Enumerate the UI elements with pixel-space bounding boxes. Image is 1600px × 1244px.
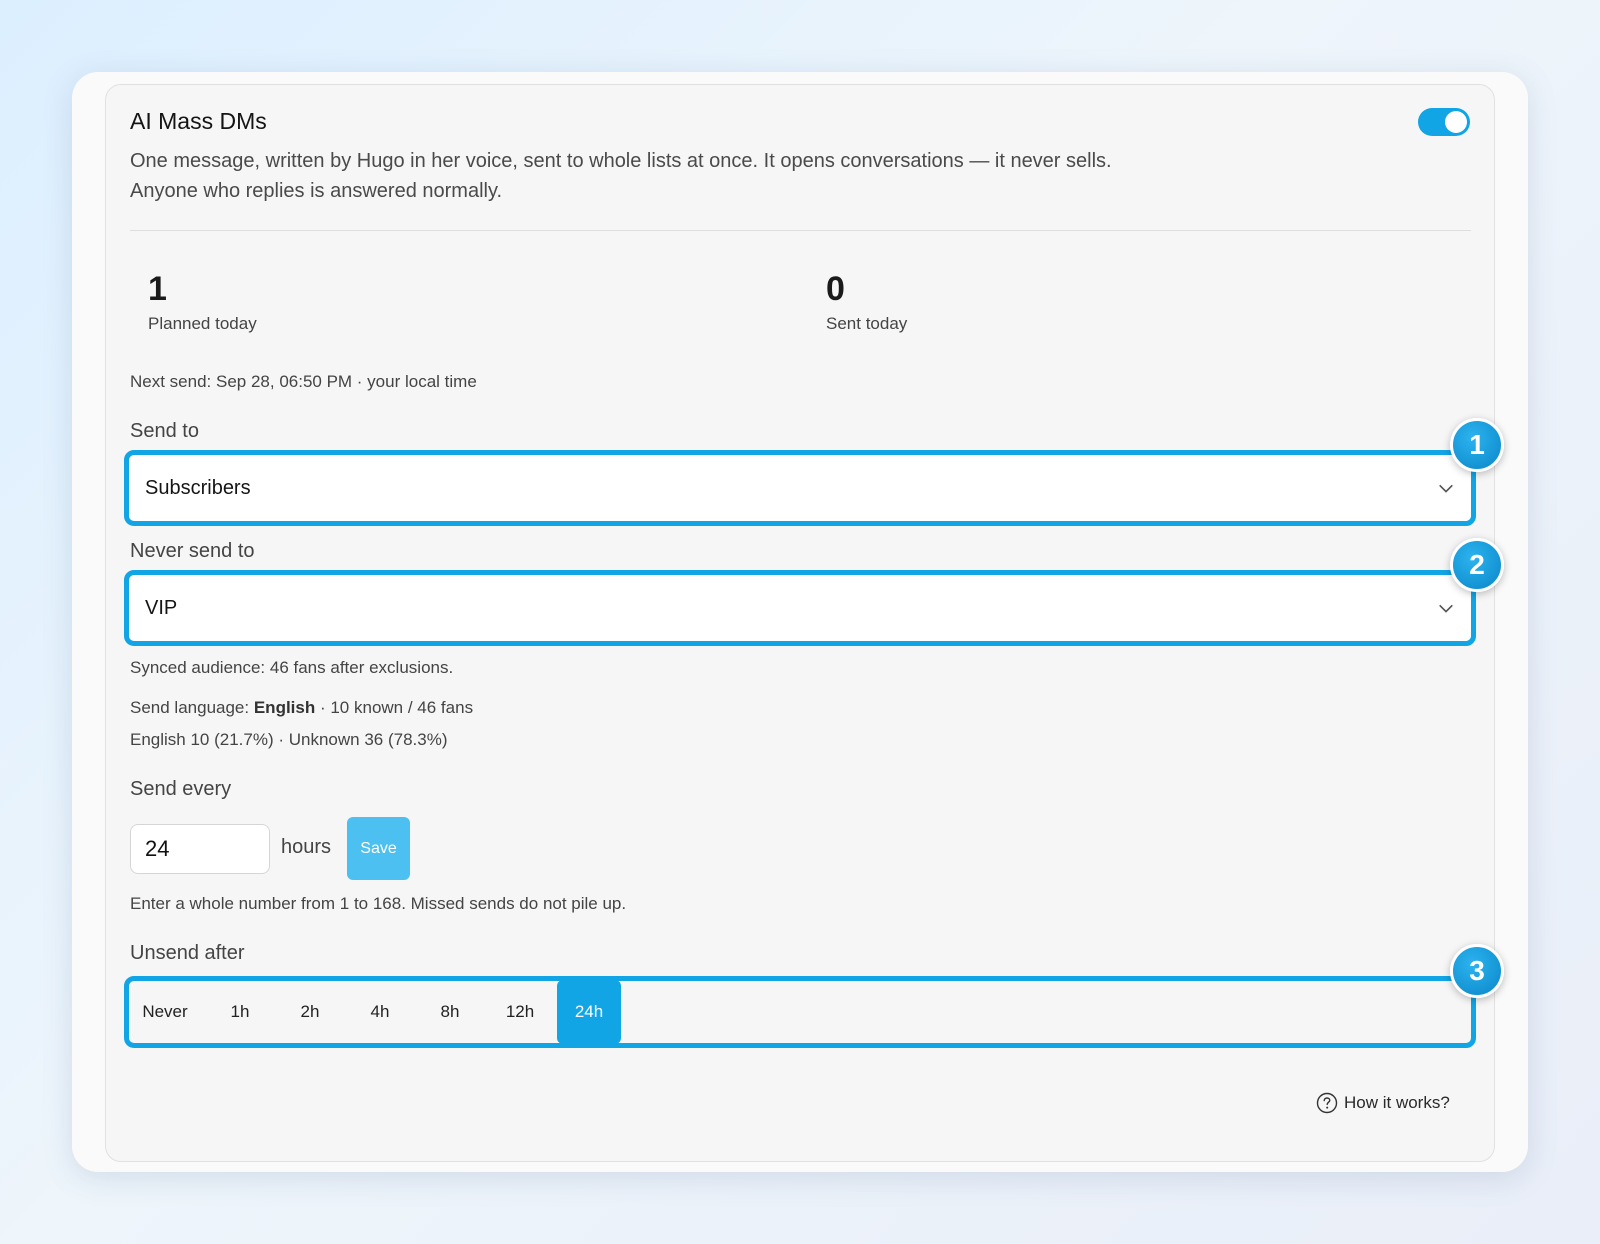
send-language-prefix: Send language: [130,698,254,717]
hours-unit-label: hours [281,836,332,858]
unsend-option-8h[interactable]: 8h [420,980,480,1044]
step-badge-2: 2 [1450,538,1504,592]
send-every-label: Send every [130,778,232,800]
unsend-option-1h[interactable]: 1h [210,980,270,1044]
sent-today-label: Sent today [826,314,908,333]
language-breakdown-text: English 10 (21.7%) · Unknown 36 (78.3%) [130,730,448,749]
unsend-option-2h[interactable]: 2h [280,980,340,1044]
how-it-works-link[interactable]: How it works? [1316,1092,1450,1114]
send-language-text: Send language: English · 10 known / 46 f… [130,698,473,718]
never-send-to-select[interactable]: VIP [129,575,1471,641]
send-to-value: Subscribers [145,476,251,499]
synced-audience-text: Synced audience: 46 fans after exclusion… [130,658,454,677]
page-title: AI Mass DMs [130,108,267,134]
unsend-after-label: Unsend after [130,942,245,964]
unsend-option-12h[interactable]: 12h [490,980,550,1044]
send-every-input[interactable]: 24 [130,824,270,874]
unsend-option-24h[interactable]: 24h [557,980,621,1044]
save-button[interactable]: Save [347,817,410,880]
send-language-suffix: · 10 known / 46 fans [315,698,474,717]
help-circle-icon [1316,1092,1338,1114]
send-every-hint: Enter a whole number from 1 to 168. Miss… [130,894,627,913]
enable-toggle[interactable] [1418,108,1470,136]
never-send-to-label: Never send to [130,540,255,562]
send-language-value: English [253,698,316,717]
unsend-option-never[interactable]: Never [134,980,196,1044]
send-to-label: Send to [130,420,199,442]
send-to-select[interactable]: Subscribers [129,455,1471,521]
planned-today-value: 1 [148,270,167,308]
step-badge-1: 1 [1450,418,1504,472]
sent-today-value: 0 [826,270,845,308]
chevron-down-icon [1439,604,1453,613]
toggle-knob [1445,111,1467,133]
never-send-to-value: VIP [145,596,178,619]
unsend-option-4h[interactable]: 4h [350,980,410,1044]
step-badge-3: 3 [1450,944,1504,998]
planned-today-label: Planned today [148,314,257,333]
feature-description: One message, written by Hugo in her voic… [130,150,1112,202]
header-divider [130,230,1471,231]
next-send-text: Next send: Sep 28, 06:50 PM · your local… [130,372,477,391]
chevron-down-icon [1439,484,1453,493]
how-it-works-label: How it works? [1344,1093,1450,1112]
